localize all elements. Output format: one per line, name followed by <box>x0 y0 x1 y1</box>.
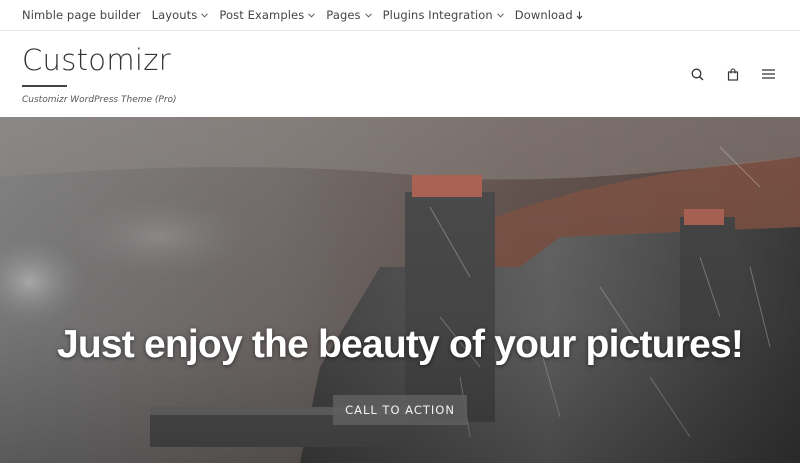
nav-item-label: Post Examples <box>219 8 305 22</box>
site-tagline: Customizr WordPress Theme (Pro) <box>22 95 177 105</box>
nav-item-label: Plugins Integration <box>382 8 493 22</box>
nav-item-nimble-page-builder[interactable]: Nimble page builder <box>22 8 141 22</box>
hero-heading: Just enjoy the beauty of your pictures! <box>56 323 744 366</box>
chevron-down-icon <box>364 12 372 18</box>
nav-item-pages[interactable]: Pages <box>326 8 372 22</box>
site-title[interactable]: Customizr <box>22 43 171 77</box>
chevron-down-icon <box>496 12 504 18</box>
title-underline <box>22 85 67 87</box>
nav-item-label: Download <box>514 8 573 22</box>
nav-item-plugins-integration[interactable]: Plugins Integration <box>383 8 504 22</box>
search-icon[interactable] <box>689 66 705 82</box>
nav-item-post-examples[interactable]: Post Examples <box>219 8 316 22</box>
hero-slider: Just enjoy the beauty of your pictures! … <box>0 117 800 463</box>
site-header: Customizr Customizr WordPress Theme (Pro… <box>0 31 800 117</box>
nav-item-label: Pages <box>326 8 361 22</box>
shopping-bag-icon[interactable] <box>725 66 741 82</box>
chevron-down-icon <box>201 12 209 18</box>
nav-item-layouts[interactable]: Layouts <box>152 8 209 22</box>
call-to-action-button[interactable]: CALL TO ACTION <box>333 395 467 425</box>
nav-item-download[interactable]: Download <box>515 8 583 22</box>
nav-item-label: Layouts <box>151 8 198 22</box>
top-navigation: Nimble page builder Layouts Post Example… <box>0 0 800 31</box>
nav-item-label: Nimble page builder <box>22 8 141 22</box>
download-arrow-icon <box>576 11 583 20</box>
hamburger-menu-icon[interactable] <box>760 66 776 82</box>
chevron-down-icon <box>308 12 316 18</box>
